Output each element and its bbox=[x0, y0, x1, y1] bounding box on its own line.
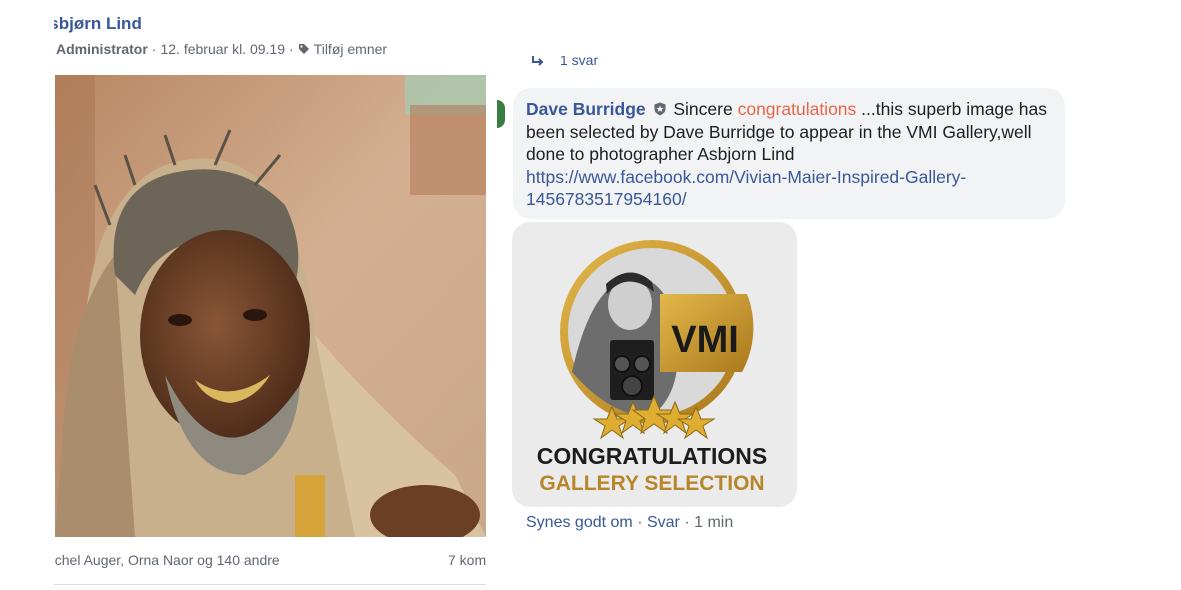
add-topics-link[interactable]: Tilføj emner bbox=[314, 41, 387, 57]
post-photo[interactable] bbox=[55, 75, 486, 537]
reply-comment-button[interactable]: Svar bbox=[647, 514, 680, 531]
action-separator-2: · bbox=[684, 514, 690, 531]
comment-bubble: Dave Burridge Sincere congratulations ..… bbox=[513, 88, 1065, 219]
commenter-avatar[interactable] bbox=[497, 100, 505, 128]
post-meta: Administrator · 12. februar kl. 09.19 · … bbox=[56, 41, 387, 57]
reactions-bar: Michel Auger, Orna Naor og 140 andre 7 k… bbox=[54, 552, 486, 568]
comments-count[interactable]: 7 kommentarer bbox=[448, 552, 486, 568]
replies-count[interactable]: 1 svar bbox=[560, 56, 598, 68]
post-author-name[interactable]: Asbjørn Lind bbox=[54, 14, 174, 34]
comment-highlight: congratulations bbox=[737, 99, 857, 119]
divider bbox=[54, 584, 486, 585]
post-timestamp[interactable]: 12. februar kl. 09.19 bbox=[160, 41, 285, 57]
reactions-summary[interactable]: Michel Auger, Orna Naor og 140 andre bbox=[54, 552, 280, 568]
post-author-name-text[interactable]: Asbjørn Lind bbox=[54, 14, 142, 33]
meta-separator-2: · bbox=[289, 41, 294, 57]
author-role: Administrator bbox=[56, 41, 148, 57]
portrait-illustration bbox=[55, 75, 486, 537]
action-separator: · bbox=[637, 514, 643, 531]
tag-icon[interactable] bbox=[298, 43, 310, 55]
commenter-name[interactable]: Dave Burridge bbox=[526, 99, 646, 119]
vmi-badge-graphic: VMI CONGRATULATIONS GALLERY SELECTION bbox=[537, 240, 767, 495]
sticker-logo-text: VMI bbox=[671, 319, 739, 361]
comment-url-link[interactable]: https://www.facebook.com/Vivian-Maier-In… bbox=[526, 167, 966, 210]
comment-time[interactable]: 1 min bbox=[694, 514, 733, 531]
sticker-line2: GALLERY SELECTION bbox=[539, 472, 764, 495]
moderator-badge-icon bbox=[654, 102, 665, 116]
comment-actions: Synes godt om · Svar · 1 min bbox=[526, 514, 733, 532]
congratulations-sticker[interactable]: VMI CONGRATULATIONS GALLERY SELECTION bbox=[512, 222, 797, 507]
reply-arrow-icon bbox=[532, 56, 544, 66]
meta-separator: · bbox=[151, 41, 157, 57]
like-comment-button[interactable]: Synes godt om bbox=[526, 514, 633, 531]
sticker-line1: CONGRATULATIONS bbox=[537, 443, 767, 469]
view-replies-link[interactable]: 1 svar bbox=[530, 56, 598, 72]
comment-text-pre: Sincere bbox=[673, 99, 733, 119]
